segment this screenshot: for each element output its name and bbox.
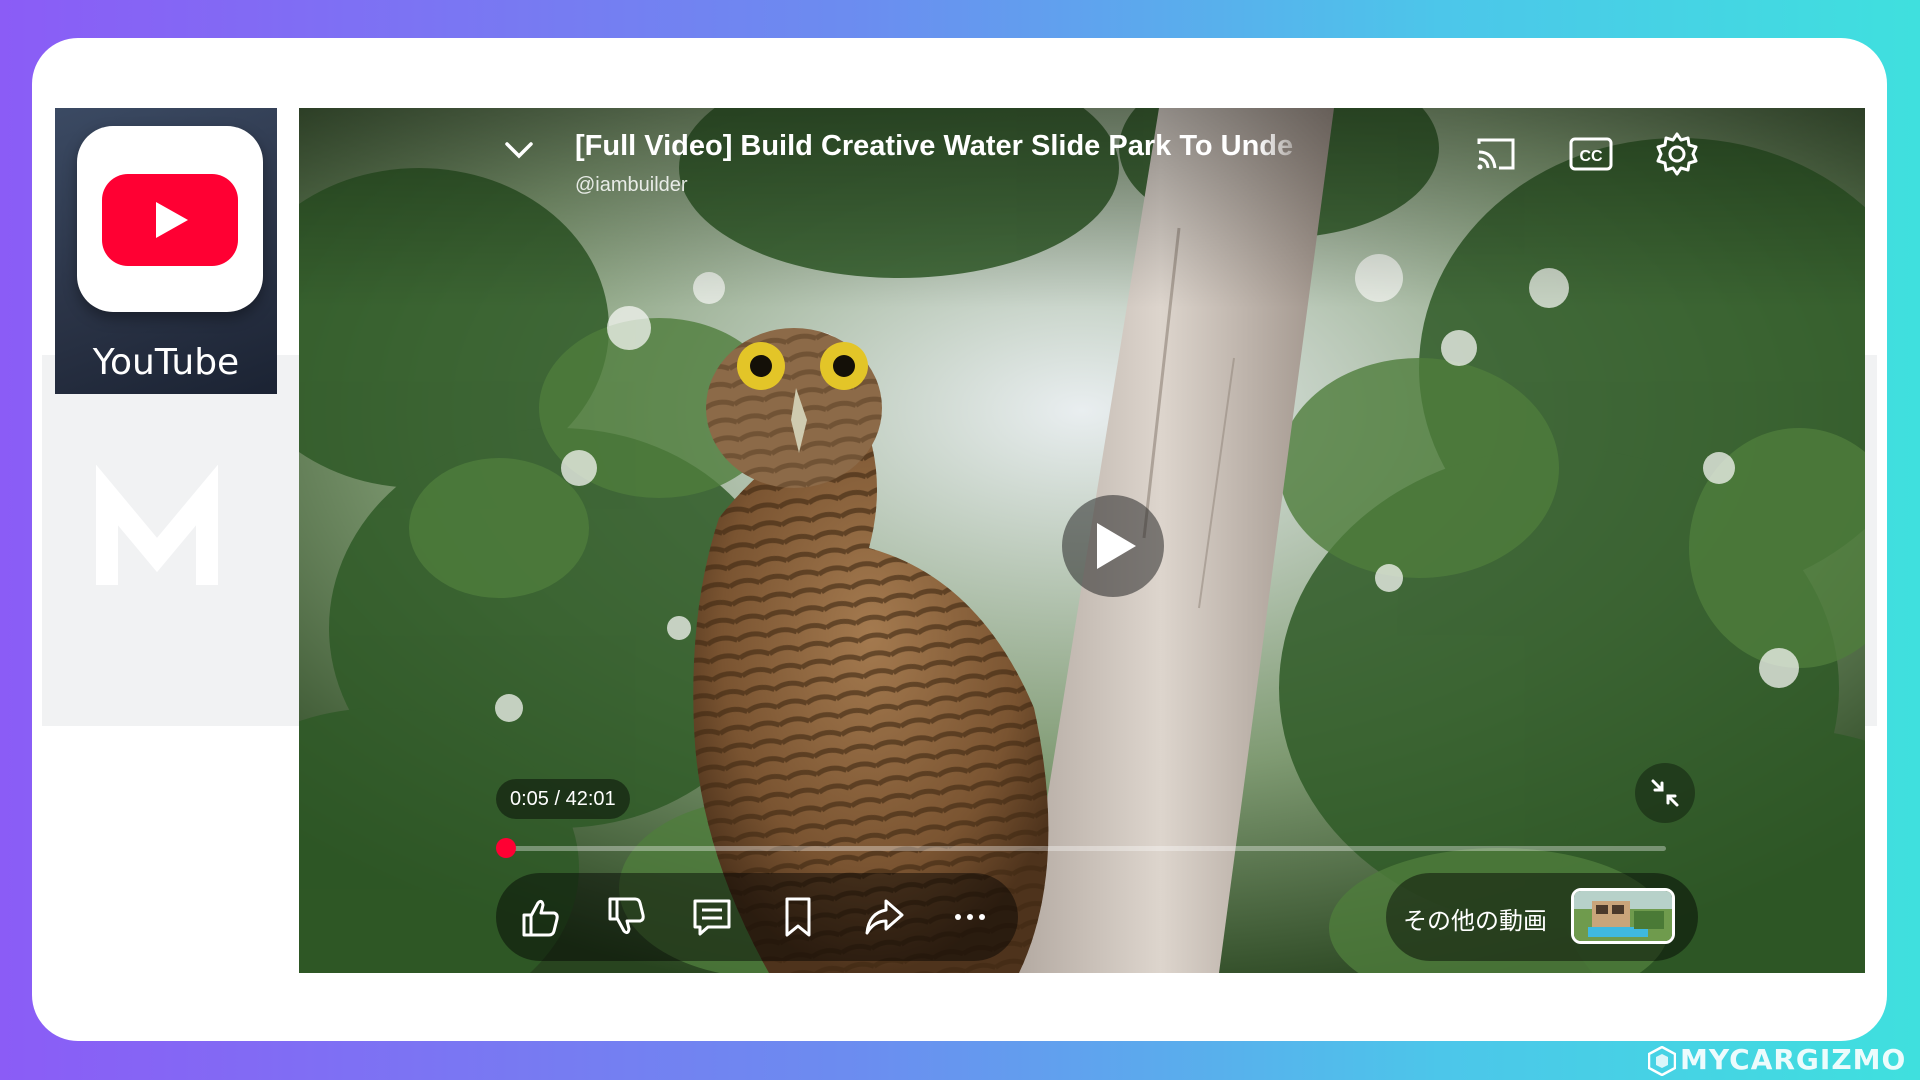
time-display: 0:05 / 42:01 — [496, 779, 630, 819]
cast-icon[interactable] — [1471, 130, 1519, 178]
play-icon — [1097, 523, 1136, 569]
faded-logo-icon — [96, 465, 218, 585]
cc-icon[interactable]: CC — [1567, 130, 1615, 178]
minimize-icon — [1651, 779, 1679, 807]
app-label: YouTube — [92, 342, 240, 383]
comment-icon[interactable] — [690, 895, 734, 939]
more-videos-button[interactable]: その他の動画 — [1386, 873, 1698, 961]
video-player[interactable]: [Full Video] Build Creative Water Slide … — [299, 108, 1865, 973]
play-button[interactable] — [1062, 495, 1164, 597]
youtube-app-icon[interactable] — [77, 126, 263, 312]
youtube-app-tile[interactable]: YouTube — [55, 108, 277, 394]
bookmark-icon[interactable] — [776, 895, 820, 939]
thumbs-up-icon[interactable] — [518, 895, 562, 939]
thumbs-down-icon[interactable] — [604, 895, 648, 939]
minimize-button[interactable] — [1635, 763, 1695, 823]
content-card: YouTube [Full Video] Build Creative Wate… — [32, 38, 1887, 1041]
gear-icon[interactable] — [1653, 130, 1701, 178]
video-title: [Full Video] Build Creative Water Slide … — [575, 130, 1294, 162]
action-bar — [496, 873, 1018, 961]
chevron-down-icon[interactable] — [499, 130, 539, 170]
brand-text: MYCARGIZMO — [1680, 1043, 1907, 1076]
more-videos-thumbnail — [1571, 888, 1675, 944]
svg-text:CC: CC — [1579, 148, 1603, 165]
more-videos-label: その他の動画 — [1403, 907, 1547, 935]
progress-bar[interactable] — [496, 838, 1666, 858]
watermark-brand: MYCARGIZMO — [1648, 1043, 1906, 1077]
more-icon[interactable] — [948, 895, 992, 939]
youtube-icon — [102, 174, 238, 266]
brand-logo-icon — [1648, 1046, 1676, 1076]
channel-handle[interactable]: @iambuilder — [575, 174, 688, 197]
share-icon[interactable] — [862, 895, 906, 939]
